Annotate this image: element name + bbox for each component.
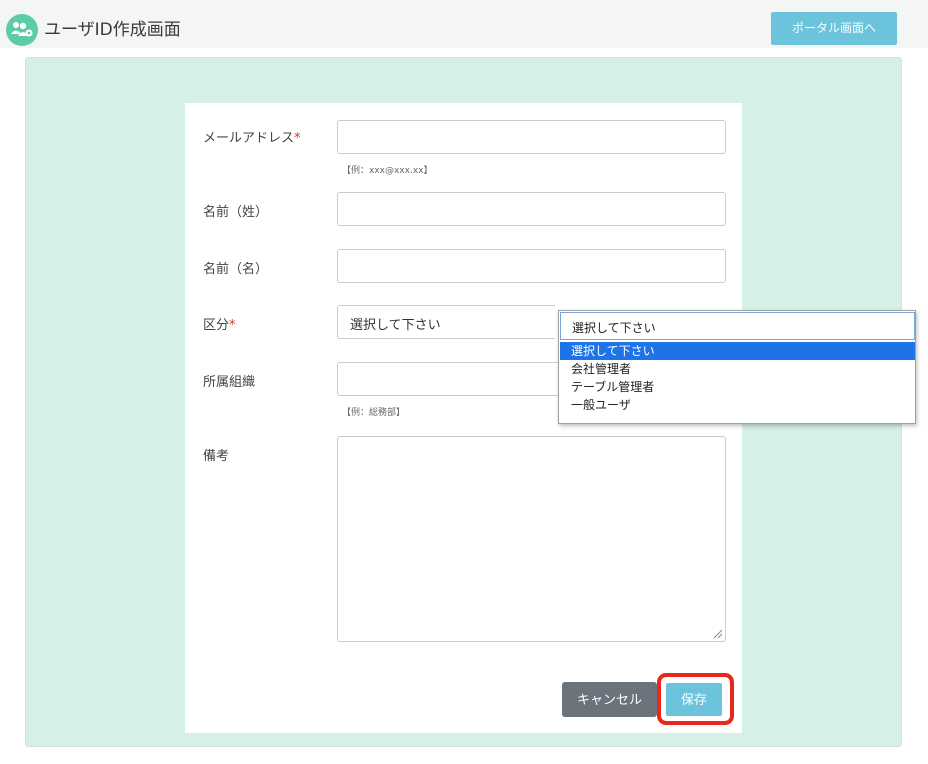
dropdown-option[interactable]: テーブル管理者 [560,378,915,396]
page-header: ユーザID作成画面 ポータル画面へ [0,0,928,48]
portal-button[interactable]: ポータル画面へ [771,12,897,45]
remarks-label: 備考 [203,449,230,464]
cancel-button[interactable]: キャンセル [562,682,657,717]
page-title: ユーザID作成画面 [44,20,181,40]
email-label-text: メールアドレス [203,131,295,146]
dropdown-current-value[interactable]: 選択して下さい [560,312,915,340]
category-label: 区分* [203,314,236,333]
dropdown-option[interactable]: 選択して下さい [560,342,915,360]
category-label-text: 区分 [203,318,230,333]
last-name-field[interactable] [337,192,726,226]
email-field[interactable] [337,120,726,154]
resize-grip-icon[interactable] [713,629,723,639]
dropdown-option[interactable]: 一般ユーザ [560,396,915,414]
required-mark: * [294,131,301,146]
category-select[interactable]: 選択して下さい [337,305,555,339]
last-name-label: 名前（姓） [203,205,269,220]
email-hint: 【例：xxx@xxx.xx】 [342,166,433,176]
save-button[interactable]: 保存 [666,683,722,716]
category-dropdown-list: 選択して下さい 選択して下さい 会社管理者 テーブル管理者 一般ユーザ [558,310,916,424]
organization-hint: 【例：総務部】 [342,408,406,418]
remarks-textarea[interactable] [337,436,726,642]
email-label: メールアドレス* [203,127,301,146]
users-gear-icon [6,14,38,46]
required-mark: * [229,318,236,333]
first-name-field[interactable] [337,249,726,283]
dropdown-option[interactable]: 会社管理者 [560,360,915,378]
organization-label: 所属組織 [203,375,256,390]
first-name-label: 名前（名） [203,262,269,277]
